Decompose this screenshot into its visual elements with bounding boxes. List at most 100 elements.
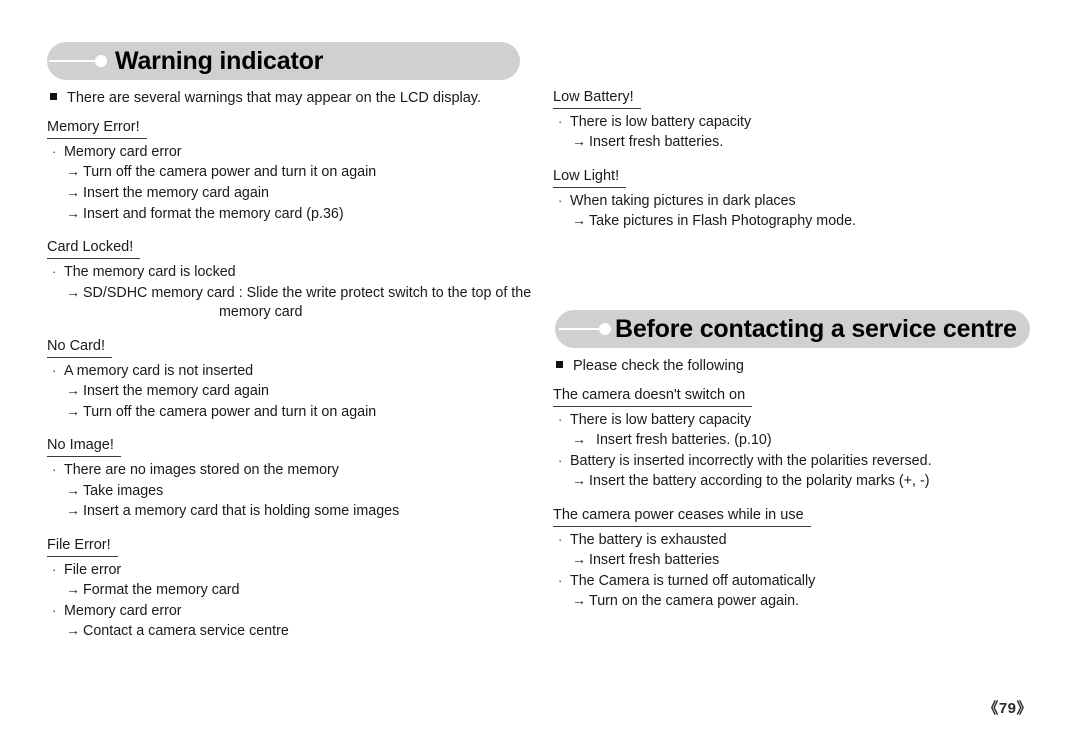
banner-dot: [95, 55, 107, 67]
list-subitem-label: Insert and format the memory card (p.36): [83, 205, 344, 222]
list-subitem: → Turn off the camera power and turn it …: [47, 402, 537, 423]
list-item: · The memory card is locked: [47, 262, 537, 282]
group-title: No Card!: [47, 337, 113, 358]
group-memory-error: Memory Error! · Memory card error → Turn…: [47, 118, 537, 224]
arrow-icon: →: [66, 622, 80, 639]
list-item-label: Battery is inserted incorrectly with the…: [570, 453, 932, 469]
group-low-light: Low Light! · When taking pictures in dar…: [553, 167, 1053, 232]
section-banner-warning-indicator: Warning indicator: [47, 42, 520, 80]
dot-bullet-icon: ·: [52, 362, 57, 378]
list-item-label: The memory card is locked: [64, 264, 236, 281]
list-item: · There are no images stored on the memo…: [47, 460, 537, 480]
page-number: 《79》: [983, 700, 1032, 717]
list-subitem-label: Take images: [83, 482, 164, 499]
list-subitem-label: Turn off the camera power and turn it on…: [83, 164, 377, 181]
list-subitem: → Insert fresh batteries: [553, 550, 1053, 571]
list-item: · Memory card error: [47, 601, 537, 621]
list-subitem-label: Insert fresh batteries.: [589, 134, 724, 151]
dot-bullet-icon: ·: [558, 412, 563, 427]
warning-lead-line: There are several warnings that may appe…: [47, 88, 537, 108]
arrow-icon: →: [572, 472, 586, 489]
arrow-icon: →: [572, 592, 586, 609]
dot-bullet-icon: ·: [558, 453, 563, 468]
list-item-label: There are no images stored on the memory: [64, 462, 339, 479]
list-item: · There is low battery capacity: [553, 410, 1053, 430]
arrow-icon: →: [66, 502, 80, 519]
list-subitem-label: Insert fresh batteries: [589, 552, 720, 569]
banner-dot: [599, 323, 611, 335]
arrow-icon: →: [66, 204, 80, 221]
list-subitem-continuation: memory card: [219, 304, 303, 321]
right-column-lower: Please check the following The camera do…: [553, 356, 1053, 626]
arrow-icon: →: [66, 382, 80, 399]
group-title: Low Battery!: [553, 88, 641, 109]
banner-line-dot-icon: [47, 42, 115, 80]
list-item: · File error: [47, 560, 537, 580]
list-subitem: → Insert fresh batteries. (p.10): [553, 430, 1053, 451]
list-subitem-label: Format the memory card: [83, 582, 240, 599]
dot-bullet-icon: ·: [52, 602, 57, 618]
group-camera-power-ceases: The camera power ceases while in use · T…: [553, 506, 1053, 612]
list-item: · A memory card is not inserted: [47, 361, 537, 381]
list-subitem-label: Insert the battery according to the pola…: [589, 473, 930, 490]
arrow-icon: →: [66, 581, 80, 598]
section-title-service-centre: Before contacting a service centre: [615, 314, 1017, 343]
group-title: The camera doesn't switch on: [553, 386, 753, 407]
group-card-locked: Card Locked! · The memory card is locked…: [47, 238, 537, 323]
arrow-icon: →: [66, 283, 80, 300]
dot-bullet-icon: ·: [558, 193, 563, 208]
dot-bullet-icon: ·: [558, 573, 563, 588]
list-subitem: → Insert fresh batteries.: [553, 132, 1053, 153]
service-lead-text: Please check the following: [573, 358, 744, 374]
dot-bullet-icon: ·: [52, 144, 57, 159]
left-column: There are several warnings that may appe…: [47, 88, 537, 656]
banner-line-dot-icon: [555, 310, 615, 348]
group-title: No Image!: [47, 436, 121, 458]
list-subitem: → Turn on the camera power again.: [553, 591, 1053, 612]
dot-bullet-icon: ·: [52, 264, 57, 280]
banner-rule: [49, 60, 101, 62]
group-no-image: No Image! · There are no images stored o…: [47, 436, 537, 522]
list-subitem-label: Insert the memory card again: [83, 185, 269, 201]
list-subitem: → Take pictures in Flash Photography mod…: [553, 211, 1053, 232]
list-subitem-label: Insert a memory card that is holding som…: [83, 503, 400, 520]
list-item: · When taking pictures in dark places: [553, 191, 1053, 211]
list-subitem: → Insert a memory card that is holding s…: [47, 501, 537, 522]
list-item-label: File error: [64, 561, 122, 578]
section-title-warning-indicator: Warning indicator: [115, 46, 324, 75]
list-subitem: → Turn off the camera power and turn it …: [47, 162, 537, 183]
group-title: Low Light!: [553, 167, 627, 188]
dot-bullet-icon: ·: [558, 532, 563, 547]
list-item: · The Camera is turned off automatically: [553, 571, 1053, 591]
group-no-card: No Card! · A memory card is not inserted…: [47, 337, 537, 423]
list-subitem-label: SD/SDHC memory card : Slide the write pr…: [83, 284, 532, 301]
group-title: File Error!: [47, 536, 118, 557]
list-item: · There is low battery capacity: [553, 112, 1053, 132]
list-subitem-label: Contact a camera service centre: [83, 623, 289, 640]
group-camera-doesnt-switch-on: The camera doesn't switch on · There is …: [553, 386, 1053, 492]
group-title: Card Locked!: [47, 238, 141, 260]
dot-bullet-icon: ·: [558, 114, 563, 129]
arrow-icon: →: [572, 133, 586, 150]
list-item: · The battery is exhausted: [553, 530, 1053, 550]
list-item-label: There is low battery capacity: [570, 412, 752, 428]
arrow-icon: →: [572, 551, 586, 568]
service-lead-line: Please check the following: [553, 356, 1053, 376]
arrow-icon: →: [66, 184, 80, 200]
list-item-label: Memory card error: [64, 602, 182, 619]
list-subitem: → Insert and format the memory card (p.3…: [47, 204, 537, 225]
arrow-icon: →: [572, 431, 586, 448]
list-subitem-label: Turn on the camera power again.: [589, 593, 800, 610]
arrow-icon: →: [66, 402, 80, 419]
list-subitem: → SD/SDHC memory card : Slide the write …: [47, 283, 537, 304]
square-bullet-icon: [556, 361, 563, 368]
arrow-icon: →: [66, 481, 80, 498]
list-subitem-label: Turn off the camera power and turn it on…: [83, 403, 377, 420]
right-column-upper: Low Battery! · There is low battery capa…: [553, 88, 1053, 246]
manual-page: Warning indicator Before contacting a se…: [0, 0, 1080, 746]
list-subitem-label: Take pictures in Flash Photography mode.: [589, 213, 857, 230]
group-title: The camera power ceases while in use: [553, 506, 811, 527]
list-item-label: The Camera is turned off automatically: [570, 573, 816, 589]
list-subitem-label: Insert fresh batteries. (p.10): [596, 432, 772, 449]
arrow-icon: →: [66, 163, 80, 180]
